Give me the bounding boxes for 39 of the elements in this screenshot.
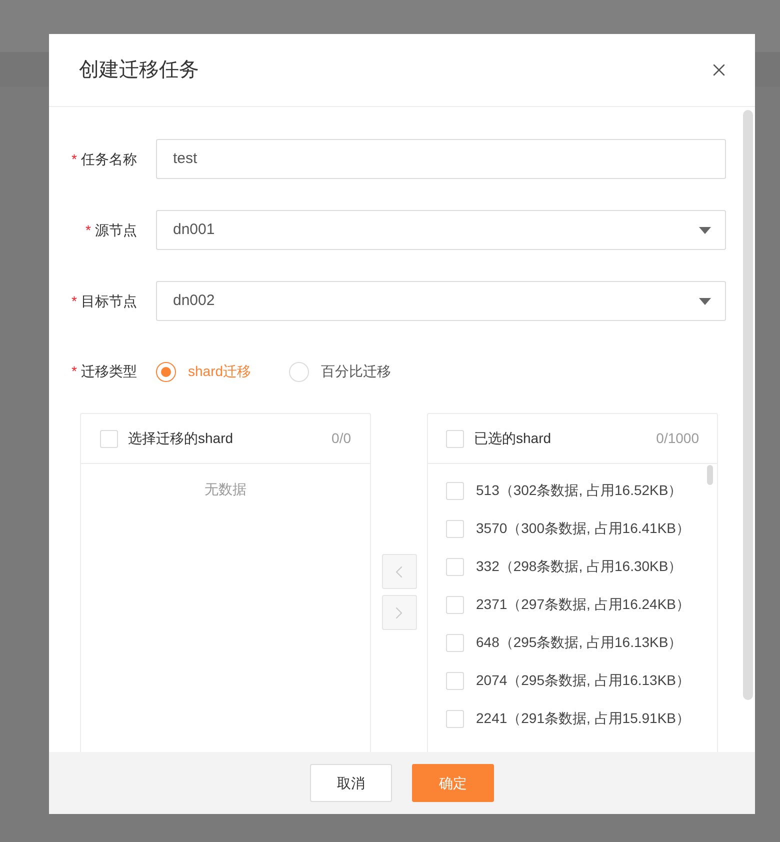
cancel-button[interactable]: 取消 [310, 764, 392, 802]
field-label: 源节点 [95, 220, 137, 240]
required-mark: * [86, 220, 91, 240]
checkbox[interactable] [100, 430, 118, 448]
shard-item[interactable]: 2241（291条数据, 占用15.91KB） [476, 708, 690, 729]
checkbox[interactable] [446, 520, 464, 538]
field-label: 任务名称 [81, 150, 137, 168]
checkbox[interactable] [446, 710, 464, 728]
field-label: 目标节点 [81, 292, 137, 310]
text-field[interactable]: test [156, 139, 726, 179]
checkbox[interactable] [446, 430, 464, 448]
shard-item[interactable]: 332（298条数据, 占用16.30KB） [476, 556, 682, 577]
checkbox[interactable] [446, 634, 464, 652]
shard-item[interactable]: 2371（297条数据, 占用16.24KB） [476, 594, 690, 615]
shard-item[interactable]: 2074（295条数据, 占用16.13KB） [476, 670, 690, 691]
field-label: 迁移类型 [81, 362, 137, 381]
empty-text: 无数据 [204, 480, 246, 499]
select-field[interactable]: dn001 [156, 210, 726, 250]
panel-title: 已选的shard [474, 429, 552, 448]
checkbox[interactable] [446, 482, 464, 500]
item-count: 0/1000 [656, 429, 699, 448]
required-mark: * [72, 150, 77, 168]
required-mark: * [72, 292, 77, 310]
checkbox[interactable] [446, 558, 464, 576]
required-mark: * [72, 362, 77, 381]
dropdown-caret-icon [699, 226, 711, 234]
checkbox[interactable] [446, 596, 464, 614]
dialog-scrollbar[interactable] [743, 110, 753, 700]
shard-item[interactable]: 648（295条数据, 占用16.13KB） [476, 632, 682, 653]
dropdown-caret-icon [699, 298, 711, 304]
panel-title: 选择迁移的shard [128, 429, 234, 448]
select-field[interactable]: dn002 [156, 281, 726, 321]
dialog-title: 创建迁移任务 [79, 58, 199, 83]
shard-item[interactable]: 3570（300条数据, 占用16.41KB） [476, 518, 690, 539]
checkbox[interactable] [446, 672, 464, 690]
shard-item[interactable]: 513（302条数据, 占用16.52KB） [476, 480, 682, 501]
radio-option[interactable]: 百分比迁移 [289, 361, 392, 382]
list-scrollbar[interactable] [707, 465, 713, 485]
item-count: 0/0 [332, 429, 351, 448]
